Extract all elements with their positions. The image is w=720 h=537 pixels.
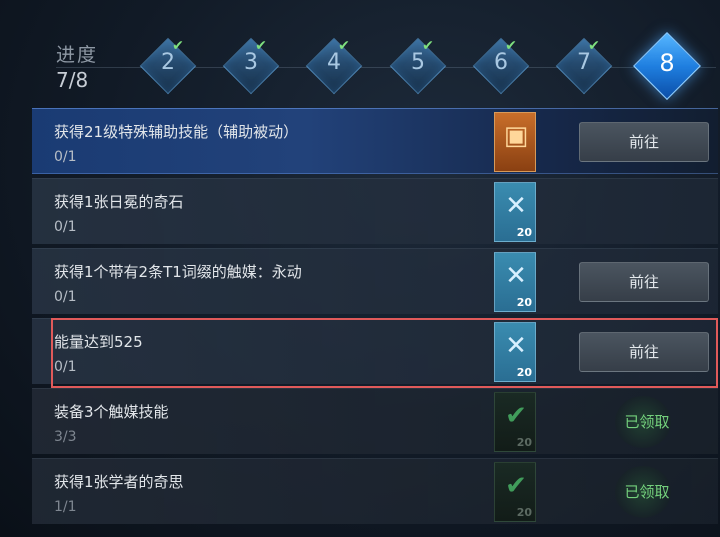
task-title: 获得1张日冕的奇石 [54,193,184,211]
step-number: 3 [244,50,258,75]
reward-slot[interactable]: ✕ 20 [494,252,536,312]
progress-step-7[interactable]: 7 ✔ [555,37,613,95]
step-check-icon: ✔ [338,38,350,54]
task-panel: 进度 7/8 2 ✔ 3 ✔ 4 ✔ 5 ✔ 6 ✔ 7 ✔ 8 获得21级特殊… [0,0,720,537]
progress-step-4[interactable]: 4 ✔ [305,37,363,95]
progress-step-2[interactable]: 2 ✔ [139,37,197,95]
highlight-frame [51,318,718,388]
progress-step-6[interactable]: 6 ✔ [472,37,530,95]
step-check-icon: ✔ [172,38,184,54]
progress-count: 7/8 [56,68,89,92]
task-title: 装备3个触媒技能 [54,403,169,421]
task-progress: 0/1 [54,219,77,235]
task-title: 获得21级特殊辅助技能（辅助被动） [54,123,299,141]
step-number: 8 [659,49,675,77]
reward-quantity: 20 [516,436,532,449]
reward-quantity: 20 [516,506,532,519]
task-progress: 0/1 [54,289,77,305]
step-check-icon: ✔ [505,38,517,54]
step-number: 5 [411,50,425,75]
progress-label: 进度 [56,44,99,66]
step-number: 4 [327,50,341,75]
task-row: 装备3个触媒技能 3/3 ✔ 20 已领取 [32,388,718,454]
go-button[interactable]: 前往 [579,122,709,162]
progress-step-3[interactable]: 3 ✔ [222,37,280,95]
reward-slot: ✔ 20 [494,462,536,522]
reward-slot: ✔ 20 [494,392,536,452]
step-check-icon: ✔ [422,38,434,54]
task-progress: 1/1 [54,499,77,515]
claimed-status: 已领取 [624,413,670,431]
claimed-check-icon: ✔ [505,401,527,431]
step-number: 6 [494,50,508,75]
task-progress: 3/3 [54,429,77,445]
task-row: 获得1张学者的奇思 1/1 ✔ 20 已领取 [32,458,718,524]
reward-slot[interactable]: ✕ 20 [494,182,536,242]
task-row[interactable]: 获得1张日冕的奇石 0/1 ✕ 20 [32,178,718,244]
step-check-icon: ✔ [588,38,600,54]
task-row[interactable]: 获得1个带有2条T1词缀的触媒：永动 0/1 ✕ 20 前往 [32,248,718,314]
progress-step-8-current[interactable]: 8 [633,32,701,100]
task-title: 获得1张学者的奇思 [54,473,184,491]
go-button[interactable]: 前往 [579,262,709,302]
treasure-chest-icon: ▣ [503,121,529,151]
task-progress: 0/1 [54,149,77,165]
claimed-check-icon: ✔ [505,471,527,501]
claimed-status: 已领取 [624,483,670,501]
task-row[interactable]: 获得21级特殊辅助技能（辅助被动） 0/1 ▣ 前往 [32,108,718,174]
task-title: 获得1个带有2条T1词缀的触媒：永动 [54,263,302,281]
step-check-icon: ✔ [255,38,267,54]
reward-slot[interactable]: ▣ [494,112,536,172]
reward-quantity: 20 [516,296,532,309]
step-number: 2 [161,50,175,75]
step-number: 7 [577,50,591,75]
crossed-swords-icon: ✕ [505,191,527,221]
reward-quantity: 20 [516,226,532,239]
crossed-swords-icon: ✕ [505,261,527,291]
progress-step-5[interactable]: 5 ✔ [389,37,447,95]
